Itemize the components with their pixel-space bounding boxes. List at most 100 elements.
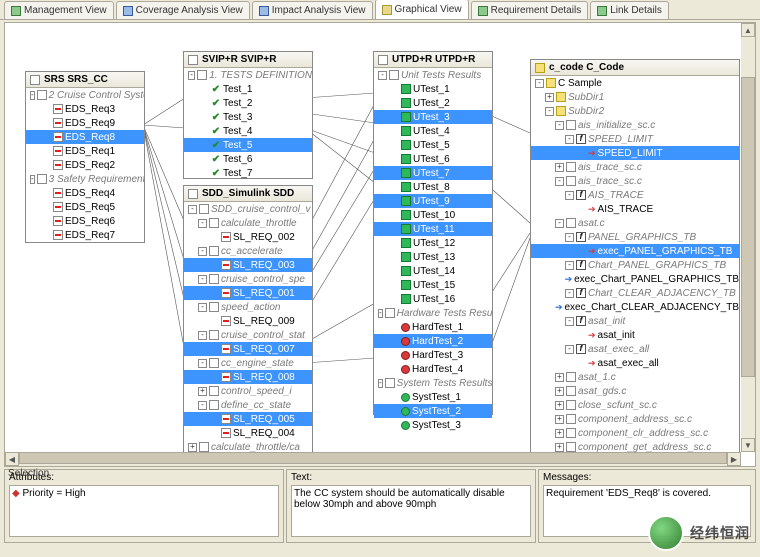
tree-item[interactable]: +control_speed_i [184, 384, 312, 398]
expand-toggle[interactable]: + [555, 163, 564, 172]
tree-item[interactable]: UTest_10 [374, 208, 492, 222]
tree-item[interactable]: +close_scfunt_sc.c [531, 398, 739, 412]
tree-item[interactable]: -cruise_control_stat [184, 328, 312, 342]
scroll-right-button[interactable]: ▶ [727, 452, 741, 466]
tree-item[interactable]: UTest_13 [374, 250, 492, 264]
tree-item[interactable]: -System Tests Results [374, 376, 492, 390]
tree-item[interactable]: SL_REQ_005 [184, 412, 312, 426]
tree-item[interactable]: ➔AIS_TRACE [531, 202, 739, 216]
tree-item[interactable]: HardTest_1 [374, 320, 492, 334]
tree-item[interactable]: EDS_Req9 [26, 116, 144, 130]
expand-toggle[interactable]: - [198, 331, 207, 340]
scroll-thumb[interactable] [741, 77, 755, 377]
expand-toggle[interactable]: - [198, 247, 207, 256]
expand-toggle[interactable]: - [555, 177, 564, 186]
tree-item[interactable]: -SubDir2 [531, 104, 739, 118]
tree-item[interactable]: SL_REQ_007 [184, 342, 312, 356]
tree-item[interactable]: -cc_engine_state [184, 356, 312, 370]
tree-item[interactable]: ✔Test_4 [184, 124, 312, 138]
tree-item[interactable]: EDS_Req4 [26, 186, 144, 200]
tree-utpd[interactable]: -Unit Tests ResultsUTest_1UTest_2UTest_3… [374, 68, 492, 432]
tab-impact[interactable]: Impact Analysis View [252, 1, 373, 19]
tree-item[interactable]: ✔Test_1 [184, 82, 312, 96]
tree-item[interactable]: -Hardware Tests Result [374, 306, 492, 320]
tree-item[interactable]: -ais_trace_sc.c [531, 174, 739, 188]
tree-sdd[interactable]: -SDD_cruise_control_v-calculate_throttle… [184, 202, 312, 467]
expand-toggle[interactable]: - [378, 71, 387, 80]
tree-item[interactable]: UTest_12 [374, 236, 492, 250]
tree-item[interactable]: -fChart_PANEL_GRAPHICS_TB [531, 258, 739, 272]
tree-item[interactable]: UTest_15 [374, 278, 492, 292]
tab-link-details[interactable]: Link Details [590, 1, 669, 19]
tree-item[interactable]: HardTest_4 [374, 362, 492, 376]
tree-item[interactable]: -define_cc_state [184, 398, 312, 412]
expand-toggle[interactable]: - [188, 205, 197, 214]
tree-item[interactable]: EDS_Req5 [26, 200, 144, 214]
tree-item[interactable]: EDS_Req2 [26, 158, 144, 172]
tree-item[interactable]: -cruise_control_spe [184, 272, 312, 286]
tree-item[interactable]: ➔SPEED_LIMIT [531, 146, 739, 160]
tab-req-details[interactable]: Requirement Details [471, 1, 589, 19]
expand-toggle[interactable]: - [30, 175, 35, 184]
tree-item[interactable]: SystTest_1 [374, 390, 492, 404]
tree-item[interactable]: SL_REQ_009 [184, 314, 312, 328]
tree-item[interactable]: -fasat_exec_all [531, 342, 739, 356]
expand-toggle[interactable]: - [198, 401, 207, 410]
expand-toggle[interactable]: - [565, 345, 574, 354]
expand-toggle[interactable]: - [198, 359, 207, 368]
tree-item[interactable]: ✔Test_6 [184, 152, 312, 166]
tree-item[interactable]: EDS_Req8 [26, 130, 144, 144]
expand-toggle[interactable]: + [188, 443, 197, 452]
tree-item[interactable]: -3 Safety Requirements [26, 172, 144, 186]
tree-item[interactable]: SL_REQ_002 [184, 230, 312, 244]
tree-item[interactable]: +asat_gds.c [531, 384, 739, 398]
expand-toggle[interactable]: - [565, 289, 574, 298]
expand-toggle[interactable]: - [555, 121, 564, 130]
tree-item[interactable]: SystTest_3 [374, 418, 492, 432]
panel-sdd[interactable]: SDD_Simulink SDD -SDD_cruise_control_v-c… [183, 185, 313, 465]
tree-item[interactable]: UTest_11 [374, 222, 492, 236]
expand-toggle[interactable]: + [555, 443, 564, 452]
panel-srs[interactable]: SRS SRS_CC -2 Cruise Control SysteEDS_Re… [25, 71, 145, 243]
scroll-up-button[interactable]: ▲ [741, 23, 755, 37]
tree-item[interactable]: SL_REQ_003 [184, 258, 312, 272]
tree-item[interactable]: ✔Test_7 [184, 166, 312, 180]
tree-srs[interactable]: -2 Cruise Control SysteEDS_Req3EDS_Req9E… [26, 88, 144, 242]
expand-toggle[interactable]: + [555, 401, 564, 410]
expand-toggle[interactable]: - [378, 379, 383, 388]
tree-item[interactable]: UTest_1 [374, 82, 492, 96]
tree-item[interactable]: SL_REQ_001 [184, 286, 312, 300]
tree-item[interactable]: ➔asat_exec_all [531, 356, 739, 370]
tree-item[interactable]: HardTest_3 [374, 348, 492, 362]
tree-item[interactable]: ➔exec_Chart_CLEAR_ADJACENCY_TB [531, 300, 739, 314]
tree-item[interactable]: -fAIS_TRACE [531, 188, 739, 202]
tree-item[interactable]: SystTest_2 [374, 404, 492, 418]
scroll-left-button[interactable]: ◀ [5, 452, 19, 466]
tree-item[interactable]: UTest_3 [374, 110, 492, 124]
expand-toggle[interactable]: - [198, 275, 207, 284]
expand-toggle[interactable]: - [535, 79, 544, 88]
tree-item[interactable]: -calculate_throttle [184, 216, 312, 230]
graphical-workspace[interactable]: SRS SRS_CC -2 Cruise Control SysteEDS_Re… [4, 22, 756, 467]
expand-toggle[interactable]: + [545, 93, 554, 102]
panel-ccode[interactable]: c_code C_Code -C Sample+SubDir1-SubDir2-… [530, 59, 740, 459]
tree-item[interactable]: UTest_4 [374, 124, 492, 138]
expand-toggle[interactable]: + [555, 415, 564, 424]
tree-item[interactable]: ✔Test_3 [184, 110, 312, 124]
expand-toggle[interactable]: + [198, 387, 207, 396]
tab-coverage[interactable]: Coverage Analysis View [116, 1, 250, 19]
tree-item[interactable]: ✔Test_5 [184, 138, 312, 152]
tree-item[interactable]: SL_REQ_004 [184, 426, 312, 440]
tree-item[interactable]: EDS_Req3 [26, 102, 144, 116]
tree-item[interactable]: ✔Test_2 [184, 96, 312, 110]
tree-item[interactable]: -1. TESTS DEFINITION [184, 68, 312, 82]
expand-toggle[interactable]: - [565, 233, 574, 242]
tree-item[interactable]: EDS_Req7 [26, 228, 144, 242]
expand-toggle[interactable]: - [188, 71, 195, 80]
expand-toggle[interactable]: - [198, 219, 207, 228]
tree-item[interactable]: +component_address_sc.c [531, 412, 739, 426]
tree-item[interactable]: -SDD_cruise_control_v [184, 202, 312, 216]
expand-toggle[interactable]: + [555, 429, 564, 438]
tree-item[interactable]: UTest_16 [374, 292, 492, 306]
expand-toggle[interactable]: - [198, 303, 207, 312]
